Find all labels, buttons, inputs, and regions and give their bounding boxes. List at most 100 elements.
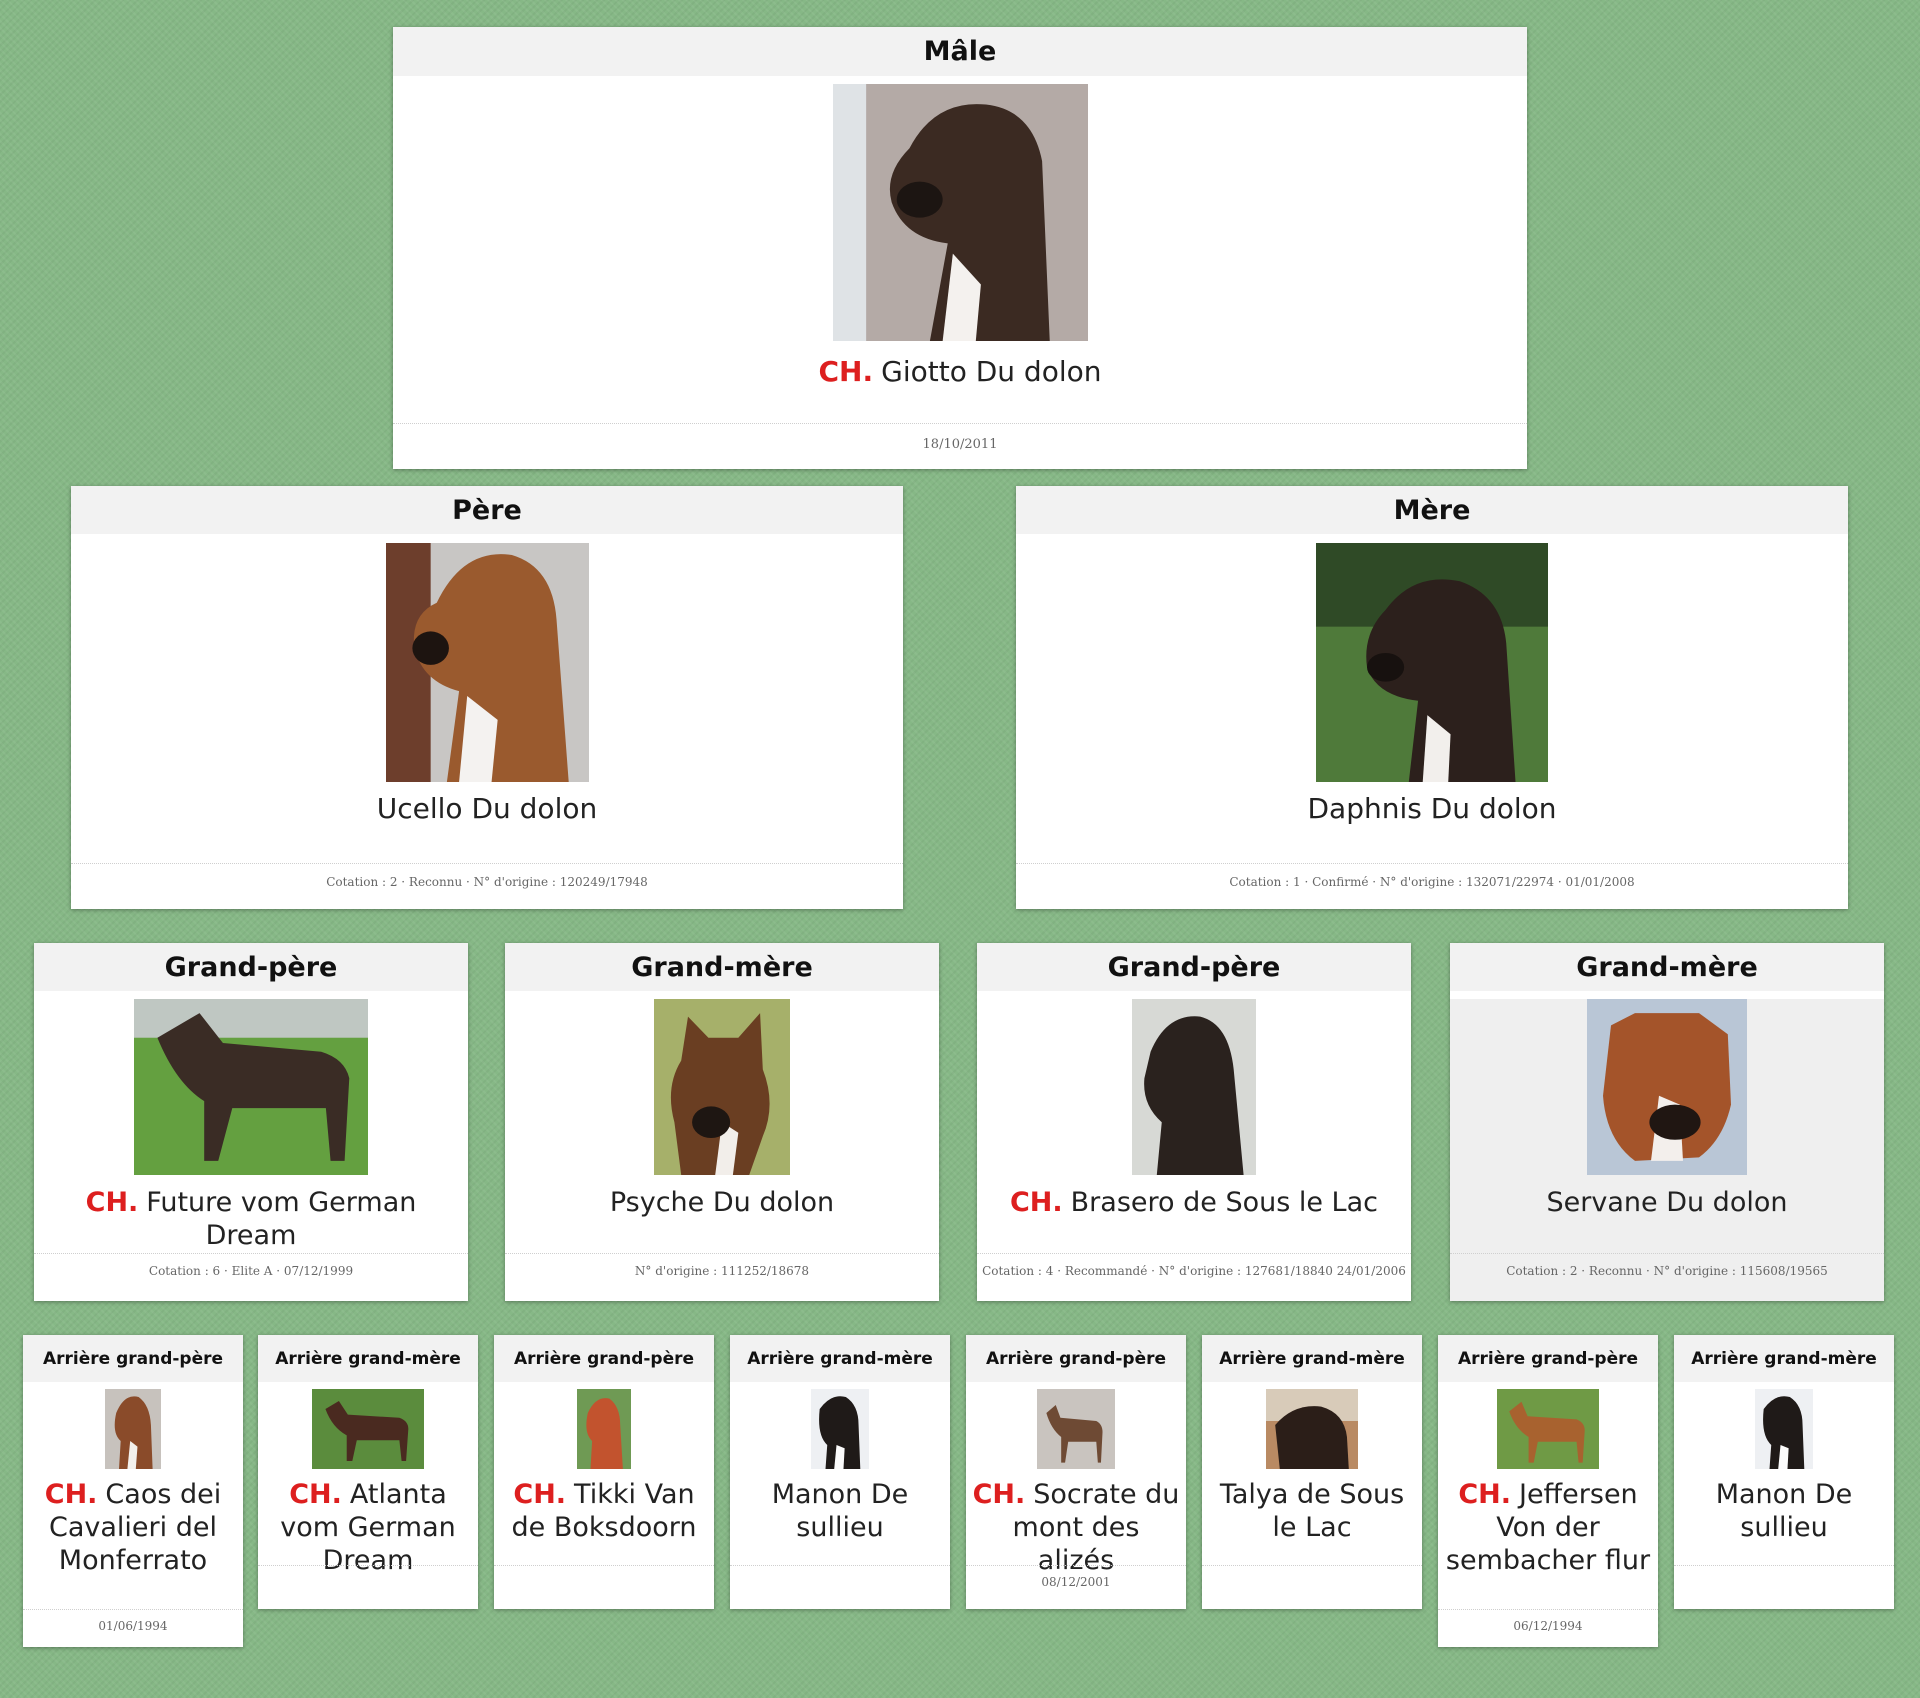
- grandparent-card: Grand-mère Servane Du dolon Cotation : 2…: [1450, 943, 1884, 1301]
- dog-name[interactable]: CH. Future vom German Dream: [34, 1187, 468, 1253]
- dog-name[interactable]: Daphnis Du dolon: [1016, 792, 1848, 826]
- great-grandparent-card: Arrière grand-père CH. Tikki Van de Boksd…: [494, 1335, 714, 1609]
- dog-photo[interactable]: [312, 1389, 424, 1469]
- dog-photo-image: [1266, 1389, 1358, 1469]
- dog-name[interactable]: CH. Atlanta vom German Dream: [258, 1479, 478, 1578]
- role-title: Arrière grand-père: [23, 1335, 243, 1382]
- dog-info: 18/10/2011: [393, 423, 1527, 469]
- great-grandparent-card: Arrière grand-mère Manon De sullieu: [1674, 1335, 1894, 1609]
- dog-name-text: Talya de Sous le Lac: [1219, 1479, 1405, 1543]
- role-title: Arrière grand-père: [494, 1335, 714, 1382]
- dog-photo-image: [312, 1389, 424, 1469]
- dog-name[interactable]: CH. Jeffersen Von der sembacher flur: [1438, 1479, 1658, 1578]
- dog-name[interactable]: Manon De sullieu: [730, 1479, 950, 1545]
- dog-photo-image: [1316, 543, 1548, 782]
- dog-info: Cotation : 4 · Recommandé · N° d'origine…: [977, 1253, 1411, 1301]
- dog-name[interactable]: CH. Brasero de Sous le Lac: [977, 1187, 1411, 1220]
- role-title: Arrière grand-père: [1438, 1335, 1658, 1382]
- champion-title: CH.: [85, 1187, 139, 1218]
- dog-name-text: Future vom German Dream: [146, 1187, 417, 1251]
- dog-name[interactable]: Psyche Du dolon: [505, 1187, 939, 1220]
- great-grandparent-card: Arrière grand-mère CH. Atlanta vom German…: [258, 1335, 478, 1609]
- dog-photo[interactable]: [134, 999, 368, 1175]
- grandparent-card: Grand-père CH. Brasero de Sous le Lac Cot…: [977, 943, 1411, 1301]
- dog-photo[interactable]: [385, 543, 589, 782]
- dog-info: [494, 1565, 714, 1609]
- dog-name-text: Daphnis Du dolon: [1307, 792, 1557, 825]
- role-title: Grand-mère: [1450, 943, 1884, 991]
- dog-info: 08/12/2001: [966, 1565, 1186, 1609]
- dog-name[interactable]: Manon De sullieu: [1674, 1479, 1894, 1545]
- dog-photo-image: [811, 1389, 869, 1469]
- dog-info: [730, 1565, 950, 1609]
- dog-name[interactable]: CH. Socrate du mont des alizés: [966, 1479, 1186, 1578]
- dog-photo[interactable]: [1037, 1389, 1115, 1469]
- dog-photo[interactable]: [654, 999, 790, 1175]
- dog-photo[interactable]: [577, 1389, 631, 1469]
- dog-photo[interactable]: [1316, 543, 1548, 782]
- dog-photo[interactable]: [1587, 999, 1747, 1175]
- dog-info: N° d'origine : 111252/18678: [505, 1253, 939, 1301]
- dog-name-text: Socrate du mont des alizés: [1012, 1479, 1180, 1576]
- role-title: Mâle: [393, 27, 1527, 76]
- role-title: Arrière grand-père: [966, 1335, 1186, 1382]
- dog-info: Cotation : 1 · Confirmé · N° d'origine :…: [1016, 863, 1848, 909]
- dog-photo[interactable]: [1266, 1389, 1358, 1469]
- dog-photo-image: [654, 999, 790, 1175]
- dog-photo-image: [134, 999, 368, 1175]
- dog-name-text: Manon De sullieu: [1715, 1479, 1853, 1543]
- role-title: Grand-mère: [505, 943, 939, 991]
- great-grandparent-card: Arrière grand-mère Talya de Sous le Lac: [1202, 1335, 1422, 1609]
- dog-name-text: Psyche Du dolon: [609, 1187, 835, 1218]
- role-title: Père: [71, 486, 903, 534]
- dog-info: Cotation : 2 · Reconnu · N° d'origine : …: [1450, 1253, 1884, 1301]
- father-card: Père Ucello Du dolon Cotation : 2 · Reco…: [71, 486, 903, 909]
- dog-photo-image: [1497, 1389, 1599, 1469]
- champion-title: CH.: [513, 1479, 567, 1510]
- dog-name[interactable]: Ucello Du dolon: [71, 792, 903, 826]
- male-card: Mâle CH. Giotto Du dolon 18/10/2011: [393, 27, 1527, 469]
- role-title: Grand-père: [977, 943, 1411, 991]
- champion-title: CH.: [972, 1479, 1026, 1510]
- dog-photo-image: [105, 1389, 161, 1469]
- dog-photo-image: [1587, 999, 1747, 1175]
- mother-card: Mère Daphnis Du dolon Cotation : 1 · Con…: [1016, 486, 1848, 909]
- dog-photo-image: [832, 84, 1088, 341]
- dog-name[interactable]: CH. Giotto Du dolon: [393, 355, 1527, 389]
- dog-photo[interactable]: [1497, 1389, 1599, 1469]
- champion-title: CH.: [1009, 1187, 1063, 1218]
- role-title: Arrière grand-mère: [730, 1335, 950, 1382]
- dog-photo[interactable]: [1755, 1389, 1813, 1469]
- champion-title: CH.: [1458, 1479, 1511, 1510]
- dog-photo[interactable]: [832, 84, 1088, 341]
- dog-info: 06/12/1994: [1438, 1609, 1658, 1647]
- dog-name[interactable]: CH. Caos dei Cavalieri del Monferrato: [23, 1479, 243, 1578]
- dog-photo[interactable]: [105, 1389, 161, 1469]
- great-grandparent-card: Arrière grand-père CH. Caos dei Cavalieri…: [23, 1335, 243, 1647]
- dog-name-text: Giotto Du dolon: [881, 355, 1102, 388]
- role-title: Grand-père: [34, 943, 468, 991]
- dog-name-text: Ucello Du dolon: [376, 792, 598, 825]
- role-title: Arrière grand-mère: [1202, 1335, 1422, 1382]
- role-title: Arrière grand-mère: [258, 1335, 478, 1382]
- dog-name[interactable]: CH. Tikki Van de Boksdoorn: [494, 1479, 714, 1545]
- great-grandparent-card: Arrière grand-père CH. Socrate du mont de…: [966, 1335, 1186, 1609]
- dog-name-text: Brasero de Sous le Lac: [1070, 1187, 1378, 1218]
- dog-photo-image: [1037, 1389, 1115, 1469]
- champion-title: CH.: [44, 1479, 98, 1510]
- dog-photo-image: [385, 543, 589, 782]
- dog-name[interactable]: Talya de Sous le Lac: [1202, 1479, 1422, 1545]
- dog-photo[interactable]: [1132, 999, 1256, 1175]
- great-grandparent-card: Arrière grand-père CH. Jeffersen Von der …: [1438, 1335, 1658, 1647]
- role-title: Arrière grand-mère: [1674, 1335, 1894, 1382]
- role-title: Mère: [1016, 486, 1848, 534]
- dog-photo-image: [1132, 999, 1256, 1175]
- dog-photo-image: [577, 1389, 631, 1469]
- grandparent-card: Grand-père CH. Future vom German Dream Co…: [34, 943, 468, 1301]
- dog-info: [258, 1565, 478, 1609]
- champion-title: CH.: [818, 355, 874, 388]
- dog-name-text: Servane Du dolon: [1546, 1187, 1788, 1218]
- champion-title: CH.: [289, 1479, 342, 1510]
- dog-photo[interactable]: [811, 1389, 869, 1469]
- dog-name[interactable]: Servane Du dolon: [1450, 1187, 1884, 1220]
